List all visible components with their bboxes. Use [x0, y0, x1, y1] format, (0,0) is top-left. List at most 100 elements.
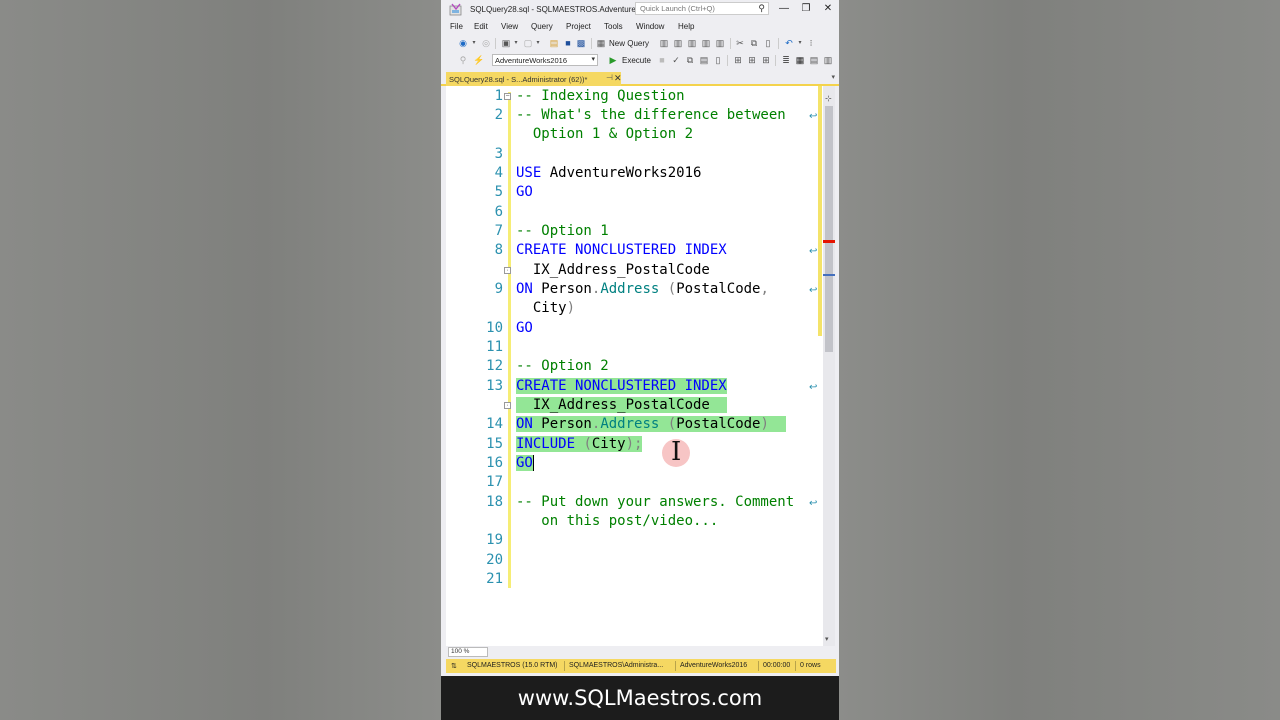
database-select[interactable]: AdventureWorks2016 ▾	[492, 54, 598, 66]
line-number: 17	[486, 474, 503, 490]
code-line-13-wrap: IX_Address_PostalCode	[516, 397, 727, 413]
code-operator: ,	[760, 281, 769, 297]
query-editor[interactable]: 1 2 3 4 5 6 7 8 9 10 11 12 13 14 15 16 1…	[446, 86, 823, 646]
dax-query-icon[interactable]: ▥	[715, 38, 725, 48]
scrollbar-caret-marker	[823, 274, 835, 276]
wrap-indent-marker-icon: ·	[504, 267, 511, 274]
mdx-query-icon[interactable]: ▥	[673, 38, 683, 48]
menu-tools[interactable]: Tools	[604, 22, 623, 31]
menu-view[interactable]: View	[501, 22, 518, 31]
word-wrap-icon: ↩	[809, 111, 818, 122]
status-bar: ⇅ SQLMAESTROS (15.0 RTM) SQLMAESTROS\Adm…	[446, 659, 836, 673]
close-window-button[interactable]: ✕	[819, 2, 837, 16]
line-number: 14	[486, 416, 503, 432]
paste-icon[interactable]: ▯	[763, 38, 773, 48]
status-separator	[758, 661, 759, 671]
menu-help[interactable]: Help	[678, 22, 694, 31]
code-line-15: INCLUDE (City);	[516, 436, 643, 452]
code-line-10: GO	[516, 320, 533, 336]
dmx-query-icon[interactable]: ▥	[687, 38, 697, 48]
code-line-7: -- Option 1	[516, 223, 609, 239]
quick-launch-input[interactable]: Quick Launch (Ctrl+Q) ⚲	[635, 2, 769, 15]
toolbar-separator	[591, 38, 592, 49]
code-keyword: ON	[516, 416, 533, 432]
menu-query[interactable]: Query	[531, 22, 553, 31]
code-line-8: CREATE NONCLUSTERED INDEX	[516, 242, 727, 258]
menu-window[interactable]: Window	[636, 22, 664, 31]
close-tab-icon[interactable]: ✕	[614, 73, 622, 84]
restore-button[interactable]: ❐	[797, 2, 815, 16]
quick-launch-placeholder: Quick Launch (Ctrl+Q)	[640, 4, 715, 13]
undo-icon[interactable]: ↶	[784, 38, 794, 48]
open-file-icon[interactable]: ▤	[549, 38, 559, 48]
word-wrap-icon: ↩	[809, 382, 818, 393]
code-line-12: -- Option 2	[516, 358, 609, 374]
database-engine-query-icon[interactable]: ▥	[659, 38, 669, 48]
tab-list-dropdown-icon[interactable]: ▾	[831, 73, 835, 81]
line-number: 12	[486, 358, 503, 374]
status-database: AdventureWorks2016	[680, 662, 748, 669]
status-row-count: 0 rows	[800, 662, 821, 669]
vertical-scrollbar[interactable]: ⊹ ▾	[823, 86, 835, 646]
scroll-down-icon[interactable]: ▾	[825, 635, 829, 643]
add-item-dropdown-icon[interactable]: ▾	[533, 38, 543, 48]
new-query-icon[interactable]: ▦	[596, 38, 606, 48]
code-identifier: PostalCode	[676, 416, 761, 432]
change-connection-icon[interactable]: ⚡	[473, 55, 484, 65]
word-wrap-icon: ↩	[809, 285, 818, 296]
code-keyword: USE	[516, 165, 542, 181]
split-view-icon[interactable]: ⊹	[825, 94, 832, 103]
toolbar-separator	[730, 38, 731, 49]
text-caret	[532, 455, 534, 471]
code-table: Address	[600, 416, 660, 432]
toolbar-separator	[778, 38, 779, 49]
save-icon[interactable]: ■	[563, 38, 573, 48]
code-identifier: IX_Address_PostalCode	[516, 262, 710, 278]
back-icon[interactable]: ◉	[458, 38, 468, 48]
copy-icon[interactable]: ⧉	[749, 38, 759, 48]
collapse-region-icon[interactable]: −	[504, 93, 511, 100]
code-selection: INCLUDE (City);	[516, 436, 643, 452]
menu-edit[interactable]: Edit	[474, 22, 488, 31]
code-line-4: USE AdventureWorks2016	[516, 165, 701, 181]
line-number: 18	[486, 494, 503, 510]
new-project-dropdown-icon[interactable]: ▾	[511, 38, 521, 48]
line-number: 8	[494, 242, 503, 258]
back-dropdown-icon[interactable]: ▾	[469, 38, 479, 48]
status-separator	[564, 661, 565, 671]
toolbar-overflow-icon[interactable]: ⁝	[806, 38, 816, 48]
status-user: SQLMAESTROS\Administra...	[569, 662, 664, 669]
website-url: www.SQLMaestros.com	[517, 686, 763, 710]
title-bar: SQLQuery28.sql - SQLMAESTROS.Adventure..…	[441, 0, 839, 20]
cut-icon[interactable]: ✂	[735, 38, 745, 48]
save-all-icon[interactable]: ▩	[576, 38, 586, 48]
pin-icon[interactable]: ⊣	[606, 73, 613, 82]
ssms-app-icon	[449, 3, 462, 16]
add-item-icon[interactable]: ▢	[523, 38, 533, 48]
code-keyword: GO	[516, 184, 533, 200]
code-line-9-wrap: City)	[516, 300, 575, 316]
new-query-button[interactable]: New Query	[609, 39, 649, 48]
tab-sqlquery28[interactable]: SQLQuery28.sql - S...Administrator (62))…	[446, 72, 622, 86]
new-project-icon[interactable]: ▣	[501, 38, 511, 48]
zoom-select[interactable]: 100 %	[448, 647, 488, 657]
code-operator: );	[625, 436, 643, 452]
undo-dropdown-icon[interactable]: ▾	[795, 38, 805, 48]
minimize-button[interactable]: —	[775, 2, 793, 16]
menu-file[interactable]: File	[450, 22, 463, 31]
code-identifier: AdventureWorks2016	[541, 165, 702, 181]
standard-toolbar: ◉ ▾ ◎ ▣ ▾ ▢ ▾ ▤ ■ ▩ ▦ New Query ▥ ▥ ▥ ▥ …	[441, 35, 839, 51]
forward-icon[interactable]: ◎	[481, 38, 491, 48]
line-number: 6	[494, 204, 503, 220]
menu-project[interactable]: Project	[566, 22, 591, 31]
scrollbar-thumb[interactable]	[825, 106, 833, 352]
connect-icon[interactable]: ⚲	[458, 55, 468, 65]
code-operator: (	[575, 436, 592, 452]
code-line-8-wrap: IX_Address_PostalCode	[516, 262, 710, 278]
line-number: 11	[486, 339, 503, 355]
code-line-18: -- Put down your answers. Comment	[516, 494, 794, 510]
line-number: 20	[486, 552, 503, 568]
code-identifier: City	[591, 436, 626, 452]
xmla-query-icon[interactable]: ▥	[701, 38, 711, 48]
code-identifier: IX_Address_PostalCode	[516, 397, 710, 413]
